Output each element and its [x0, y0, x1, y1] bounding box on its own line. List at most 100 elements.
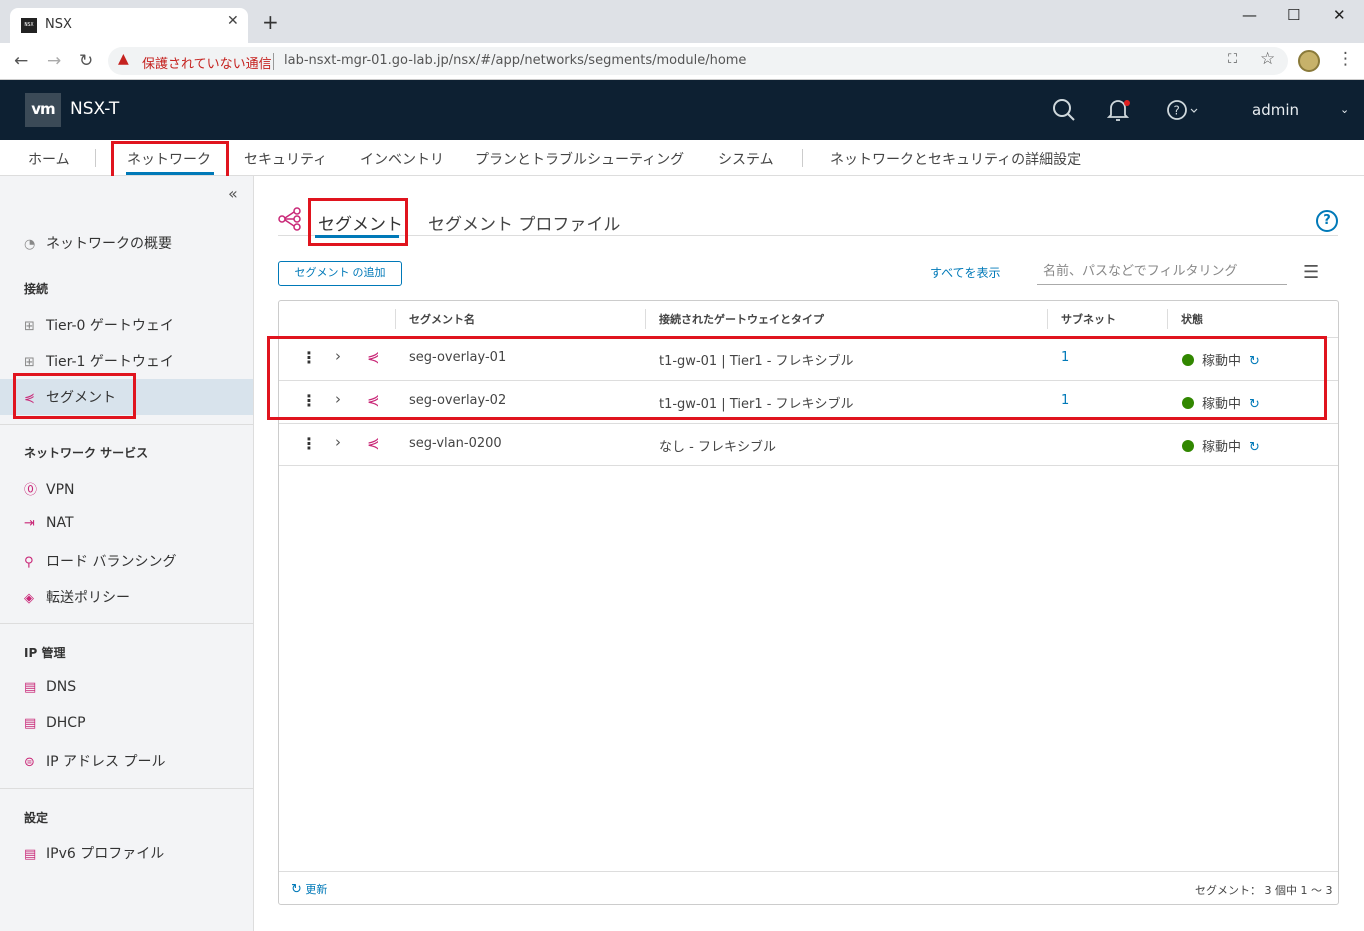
help-menu-icon[interactable]: ?: [1167, 99, 1199, 121]
sidebar-item-tier1[interactable]: ⊞ Tier-1 ゲートウェイ: [24, 351, 174, 371]
dhcp-icon: ▤: [24, 716, 37, 731]
column-separator: [1047, 309, 1048, 329]
nav-system[interactable]: システム: [718, 149, 774, 169]
refresh-button[interactable]: ↻ 更新: [291, 881, 327, 897]
column-header-gateway[interactable]: 接続されたゲートウェイとタイプ: [659, 311, 824, 327]
status-up-icon: [1182, 440, 1194, 452]
sidebar-item-ipv6-profile[interactable]: ▤ IPv6 プロファイル: [24, 843, 164, 863]
window-close-icon[interactable]: ✕: [1333, 6, 1346, 24]
product-name: NSX-T: [70, 99, 120, 119]
sidebar: « ◔ ネットワークの概要 接続 ⊞ Tier-0 ゲートウェイ ⊞ Tier-1 ゲ…: [0, 176, 254, 931]
sidebar-heading-services: ネットワーク サービス: [24, 446, 149, 460]
nav-plan-troubleshooting[interactable]: プランとトラブルシューティング: [475, 149, 684, 169]
sidebar-heading-settings: 設定: [24, 811, 49, 825]
vpn-icon: ⓪: [24, 483, 38, 498]
nav-divider: [802, 149, 803, 167]
highlight-box: [13, 373, 136, 419]
sidebar-item-dns[interactable]: ▤ DNS: [24, 679, 76, 699]
forwarding-policy-icon: ◈: [24, 591, 34, 606]
nsx-favicon-icon: NSX: [21, 18, 37, 33]
sidebar-item-forwarding[interactable]: ◈ 転送ポリシー: [24, 587, 130, 607]
status-text: 稼動中: [1202, 440, 1242, 455]
segment-name[interactable]: seg-vlan-0200: [409, 436, 502, 451]
address-bar-row: ← → ↻ ▲ 保護されていない通信 lab-nsxt-mgr-01.go-la…: [0, 43, 1364, 80]
warning-icon[interactable]: ▲: [118, 51, 129, 67]
minimize-icon[interactable]: —: [1242, 6, 1257, 24]
filter-input[interactable]: [1037, 259, 1287, 285]
sidebar-item-overview[interactable]: ◔ ネットワークの概要: [24, 233, 172, 253]
security-warning[interactable]: 保護されていない通信: [142, 53, 272, 72]
sidebar-item-dhcp[interactable]: ▤ DHCP: [24, 715, 86, 735]
help-icon[interactable]: ?: [1316, 210, 1338, 232]
column-separator: [645, 309, 646, 329]
pagination-count: セグメント： 3 個中 1 ～ 3: [1195, 884, 1333, 897]
browser-tabstrip: NSX NSX ✕ + — ☐ ✕: [0, 0, 1364, 43]
browser-menu-icon[interactable]: ⋮: [1337, 49, 1354, 69]
url-text[interactable]: lab-nsxt-mgr-01.go-lab.jp/nsx/#/app/netw…: [284, 53, 746, 68]
row-actions-icon[interactable]: ⋮: [301, 434, 317, 453]
dashboard-icon: ◔: [24, 237, 36, 252]
profile-avatar[interactable]: [1298, 50, 1320, 72]
sidebar-divider: [0, 788, 253, 789]
nav-divider: [95, 149, 96, 167]
reload-icon[interactable]: ↻: [79, 51, 93, 71]
nat-icon: ⇥: [24, 516, 35, 531]
show-all-link[interactable]: すべてを表示: [930, 264, 1000, 281]
search-icon[interactable]: [1052, 98, 1076, 122]
grid-footer: ↻ 更新 セグメント： 3 個中 1 ～ 3: [279, 871, 1338, 905]
new-tab-icon[interactable]: +: [262, 12, 279, 32]
segment-icon: ⋞: [367, 434, 380, 452]
omnibox[interactable]: ▲ 保護されていない通信 lab-nsxt-mgr-01.go-lab.jp/n…: [108, 47, 1288, 75]
column-header-subnet[interactable]: サブネット: [1061, 311, 1116, 327]
back-icon[interactable]: ←: [14, 51, 28, 71]
tab-segment-profiles[interactable]: セグメント プロファイル: [428, 210, 620, 235]
sidebar-heading-ip: IP 管理: [24, 646, 66, 660]
expand-row-icon[interactable]: ›: [335, 433, 341, 451]
refresh-icon: ↻: [291, 882, 302, 897]
column-separator: [395, 309, 396, 329]
sidebar-item-ip-pool[interactable]: ⊜ IP アドレス プール: [24, 751, 165, 771]
forward-icon[interactable]: →: [47, 51, 61, 71]
segment-icon: [278, 207, 301, 231]
tab-baseline: [278, 235, 1338, 236]
bookmark-star-icon[interactable]: ☆: [1260, 49, 1275, 69]
sidebar-heading-connectivity: 接続: [24, 282, 49, 296]
app-header: vm NSX-T ? admin ⌄: [0, 80, 1364, 140]
table-row[interactable]: ⋮ › ⋞ seg-vlan-0200 なし - フレキシブル 稼動中 ↻: [279, 423, 1338, 466]
sidebar-item-vpn[interactable]: ⓪ VPN: [24, 479, 75, 499]
ip-pool-icon: ⊜: [24, 755, 35, 770]
dns-icon: ▤: [24, 680, 37, 695]
collapse-sidebar-icon[interactable]: «: [228, 184, 238, 203]
vmware-logo: vm: [25, 93, 61, 127]
gateway-icon: ⊞: [24, 319, 35, 334]
gateway-icon: ⊞: [24, 355, 35, 370]
highlight-box: [267, 336, 1327, 420]
tab-title: NSX: [45, 17, 72, 32]
highlight-box: [308, 198, 408, 246]
gateway-type: なし - フレキシブル: [659, 440, 776, 455]
ipv6-profile-icon: ▤: [24, 847, 37, 862]
chevron-down-icon[interactable]: ⌄: [1340, 103, 1349, 116]
sidebar-item-nat[interactable]: ⇥ NAT: [24, 515, 74, 535]
nav-home[interactable]: ホーム: [28, 149, 70, 169]
filter-icon[interactable]: ☰: [1303, 262, 1319, 283]
nav-security[interactable]: セキュリティ: [244, 149, 327, 169]
translate-icon[interactable]: ⛶: [1228, 52, 1237, 67]
add-segment-button[interactable]: セグメント の追加: [278, 261, 402, 286]
nav-inventory[interactable]: インベントリ: [360, 149, 444, 169]
notification-dot: [1124, 100, 1130, 106]
refresh-status-icon[interactable]: ↻: [1249, 440, 1260, 455]
load-balancer-icon: ⚲: [24, 555, 34, 570]
user-name[interactable]: admin: [1252, 101, 1299, 119]
nav-advanced[interactable]: ネットワークとセキュリティの詳細設定: [830, 149, 1081, 169]
close-tab-icon[interactable]: ✕: [227, 13, 239, 29]
svg-text:?: ?: [1174, 104, 1180, 118]
status-cell: 稼動中 ↻: [1182, 436, 1260, 455]
browser-tab[interactable]: NSX NSX ✕: [10, 8, 248, 43]
maximize-icon[interactable]: ☐: [1287, 6, 1300, 24]
column-header-status[interactable]: 状態: [1181, 311, 1203, 327]
column-header-name[interactable]: セグメント名: [409, 311, 475, 327]
sidebar-item-load-balancing[interactable]: ⚲ ロード バランシング: [24, 551, 176, 571]
column-separator: [1167, 309, 1168, 329]
sidebar-item-tier0[interactable]: ⊞ Tier-0 ゲートウェイ: [24, 315, 174, 335]
